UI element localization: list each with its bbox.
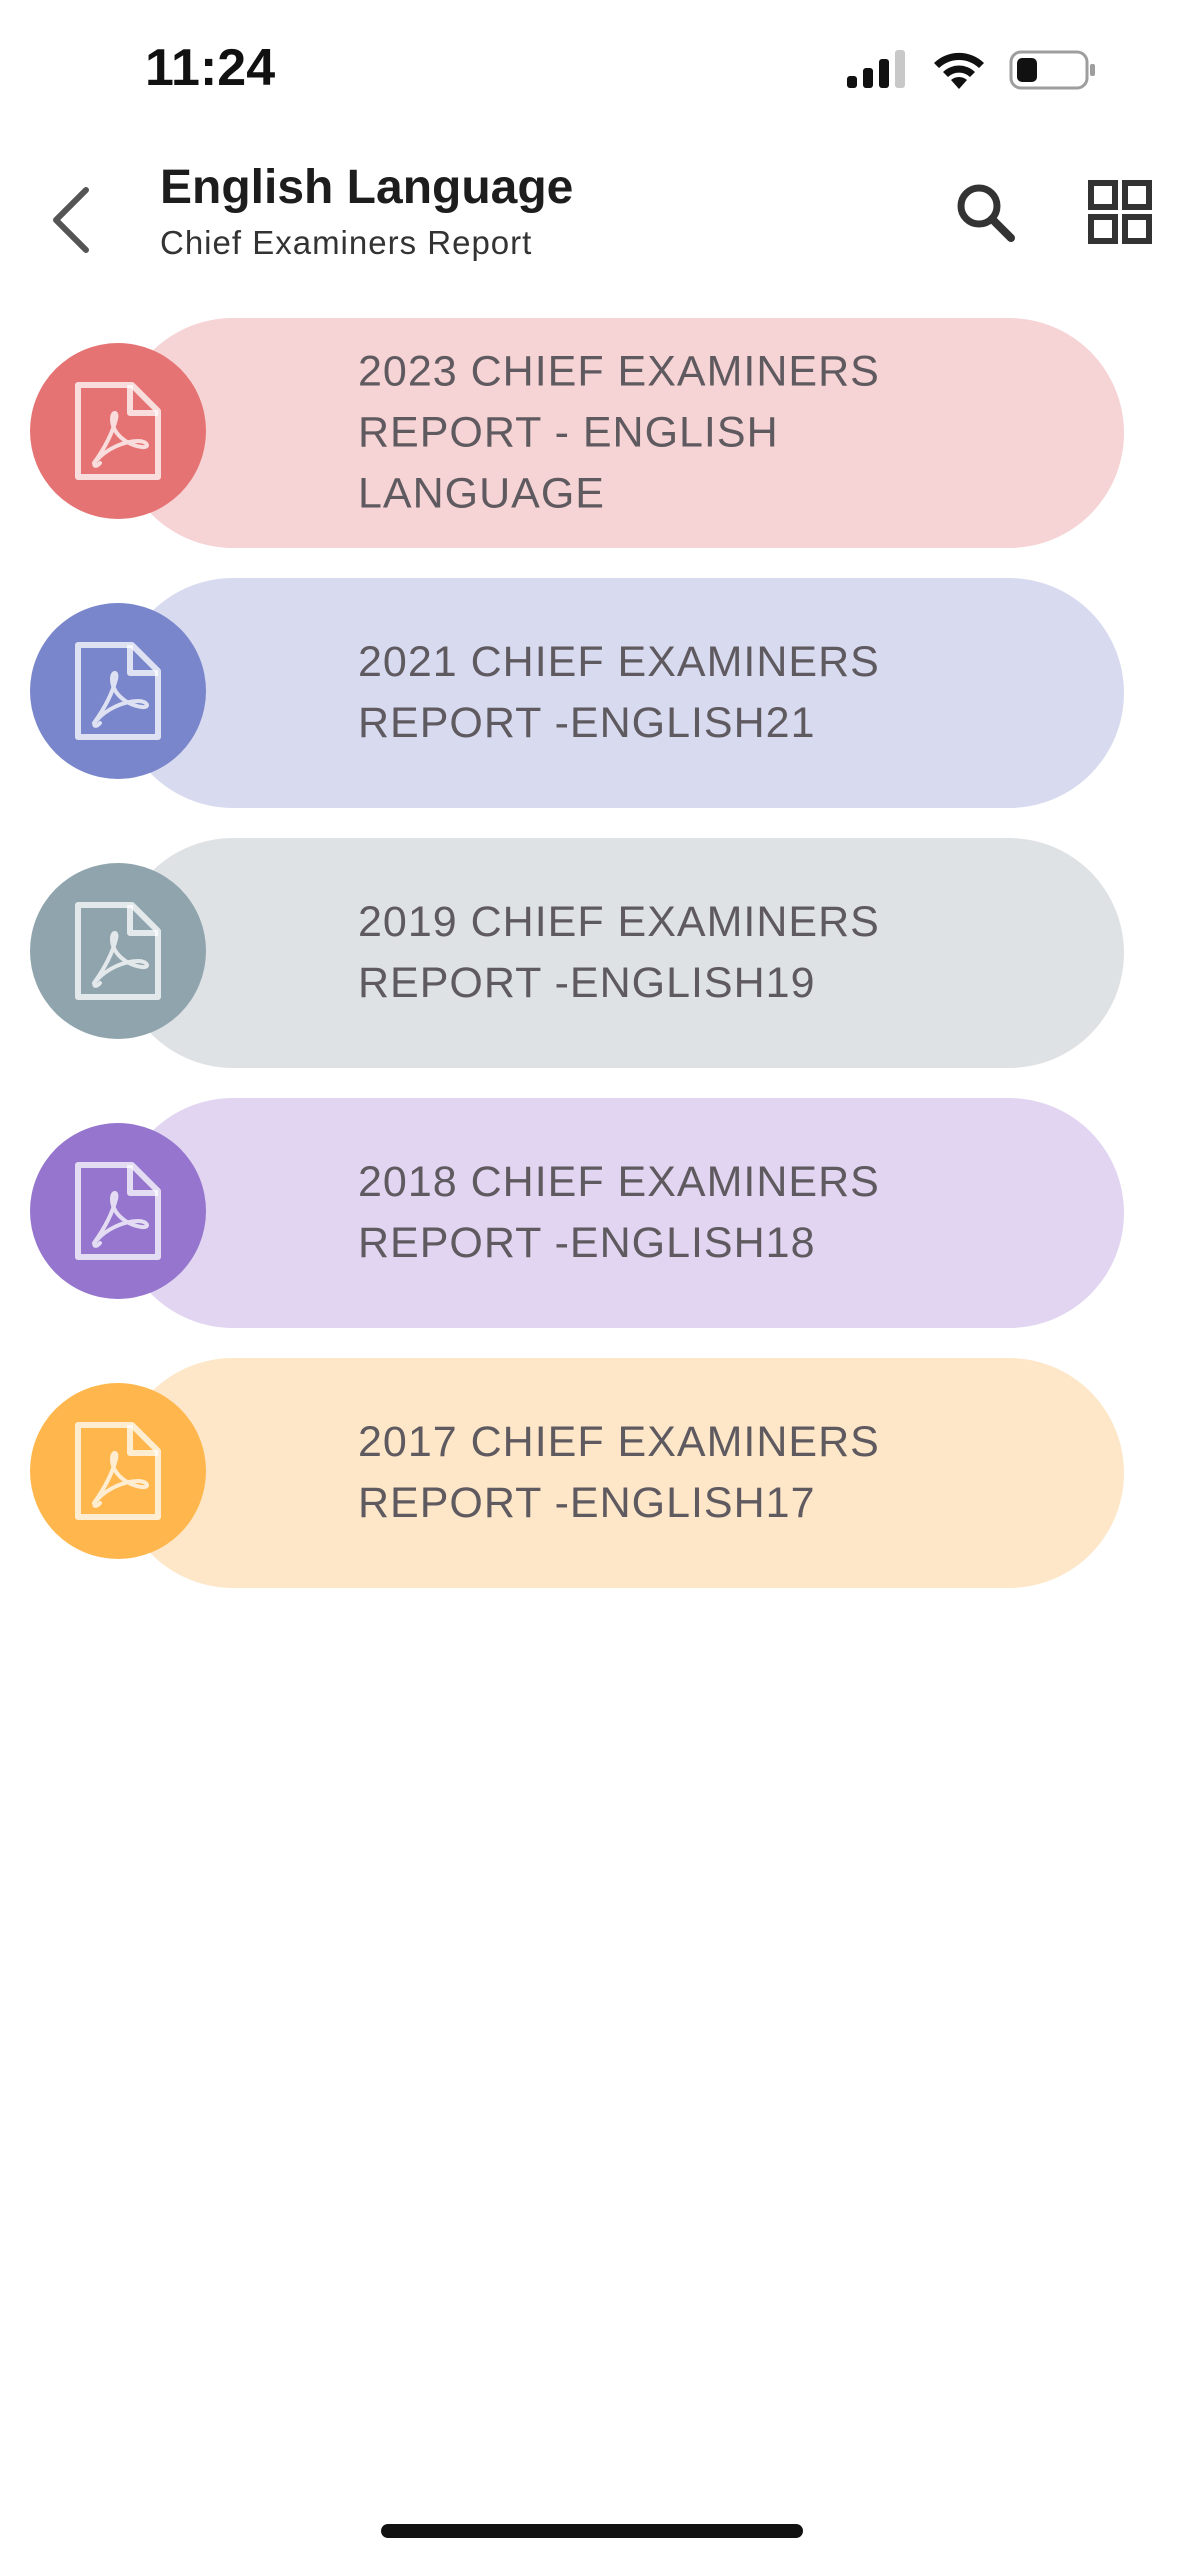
chevron-left-icon [53, 187, 89, 253]
report-list-item[interactable]: 2023 CHIEF EXAMINERS REPORT - ENGLISH LA… [0, 318, 1183, 548]
report-icon-circle [30, 863, 206, 1039]
back-button[interactable] [30, 170, 110, 270]
report-pill[interactable]: 2019 CHIEF EXAMINERS REPORT -ENGLISH19 [118, 838, 1162, 1068]
search-icon [957, 184, 1015, 242]
report-pill[interactable]: 2021 CHIEF EXAMINERS REPORT -ENGLISH21 [118, 578, 1162, 808]
report-title: 2017 CHIEF EXAMINERS REPORT -ENGLISH17 [358, 1418, 880, 1527]
chevron-right-icon [1118, 657, 1174, 729]
report-title: 2021 CHIEF EXAMINERS REPORT -ENGLISH21 [358, 638, 880, 747]
report-pill[interactable]: 2023 CHIEF EXAMINERS REPORT - ENGLISH LA… [118, 318, 1162, 548]
status-icons [847, 42, 1097, 98]
pdf-file-icon [75, 382, 161, 480]
report-list-item[interactable]: 2018 CHIEF EXAMINERS REPORT -ENGLISH18 [0, 1098, 1183, 1328]
report-title: 2023 CHIEF EXAMINERS REPORT - ENGLISH LA… [358, 347, 880, 518]
pdf-file-icon [75, 902, 161, 1000]
report-list-item[interactable]: 2021 CHIEF EXAMINERS REPORT -ENGLISH21 [0, 578, 1183, 808]
home-indicator [381, 2524, 803, 2538]
report-icon-circle [30, 603, 206, 779]
report-pill[interactable]: 2017 CHIEF EXAMINERS REPORT -ENGLISH17 [118, 1358, 1162, 1588]
status-time: 11:24 [145, 39, 276, 97]
pdf-file-icon [75, 1162, 161, 1260]
screen: 11:24 English Language Chief Examiners R… [0, 0, 1183, 2560]
report-title: 2019 CHIEF EXAMINERS REPORT -ENGLISH19 [358, 898, 880, 1007]
status-bar: 11:24 [0, 0, 1183, 140]
wifi-icon [934, 52, 984, 89]
pdf-file-icon [75, 642, 161, 740]
grid-icon [1088, 180, 1152, 244]
cellular-signal-icon [847, 50, 905, 88]
pdf-file-icon [75, 1422, 161, 1520]
chevron-right-icon [1118, 1177, 1174, 1249]
report-icon-circle [30, 1383, 206, 1559]
report-title: 2018 CHIEF EXAMINERS REPORT -ENGLISH18 [358, 1158, 880, 1267]
report-list-item[interactable]: 2019 CHIEF EXAMINERS REPORT -ENGLISH19 [0, 838, 1183, 1068]
report-pill[interactable]: 2018 CHIEF EXAMINERS REPORT -ENGLISH18 [118, 1098, 1162, 1328]
chevron-right-icon [1118, 1437, 1174, 1509]
header: English Language Chief Examiners Report [0, 140, 1183, 300]
page-title: English Language [160, 161, 574, 214]
page-subtitle: Chief Examiners Report [160, 224, 533, 261]
search-button[interactable] [945, 172, 1025, 252]
report-icon-circle [30, 343, 206, 519]
report-list-item[interactable]: 2017 CHIEF EXAMINERS REPORT -ENGLISH17 [0, 1358, 1183, 1588]
chevron-right-icon [1118, 917, 1174, 989]
chevron-right-icon [1118, 397, 1174, 469]
report-icon-circle [30, 1123, 206, 1299]
battery-icon [1009, 50, 1095, 90]
view-toggle-button[interactable] [1080, 172, 1160, 252]
